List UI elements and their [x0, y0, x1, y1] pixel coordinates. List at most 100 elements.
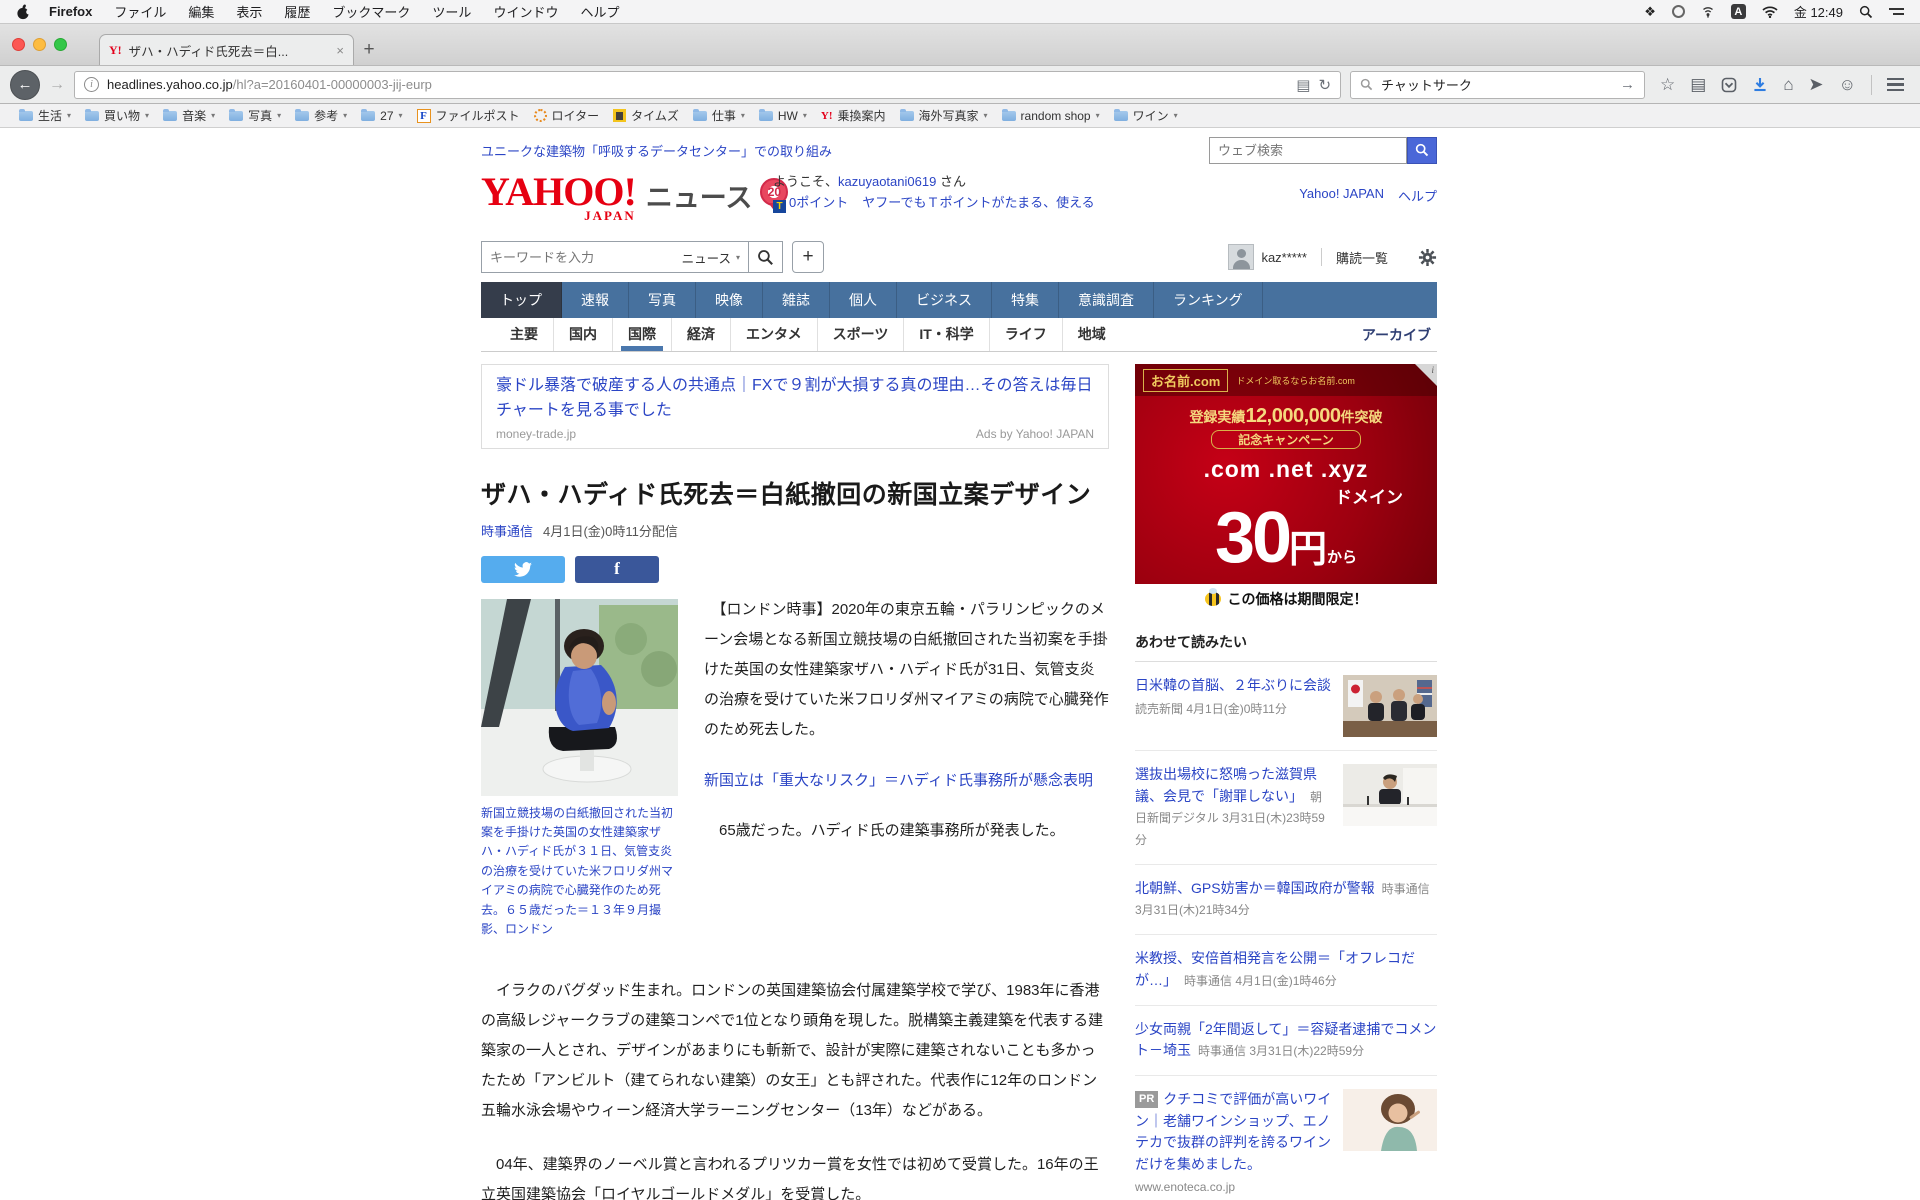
username-link[interactable]: kazuyaotani0619	[838, 174, 936, 189]
related-link[interactable]: 選抜出場校に怒鳴った滋賀県議、会見で「謝罪しない」	[1135, 766, 1317, 804]
bookmark-folder-music[interactable]: 音楽▾	[156, 107, 222, 124]
subnav-main[interactable]: 主要	[495, 318, 554, 351]
twitter-share-button[interactable]	[481, 556, 565, 583]
article-photo[interactable]	[481, 599, 678, 796]
bookmark-folder-life[interactable]: 生活▾	[12, 107, 78, 124]
subnav-sports[interactable]: スポーツ	[818, 318, 905, 351]
subnav-economy[interactable]: 経済	[672, 318, 731, 351]
bookmark-folder-work[interactable]: 仕事▾	[686, 107, 752, 124]
menubar-item-bookmarks[interactable]: ブックマーク	[321, 2, 421, 21]
news-search-input[interactable]	[482, 250, 674, 265]
bookmark-folder-hw[interactable]: HW▾	[752, 109, 814, 123]
url-bar[interactable]: i headlines.yahoo.co.jp/hl?a=20160401-00…	[74, 71, 1341, 99]
related-thumbnail[interactable]	[1343, 764, 1437, 826]
yahoo-japan-link[interactable]: Yahoo! JAPAN	[1299, 186, 1384, 205]
nav-tab-photo[interactable]: 写真	[629, 282, 696, 318]
airplay-icon[interactable]	[1701, 5, 1715, 18]
yahoo-news-logo[interactable]: YAHOO!JAPAN ニュース 20	[481, 174, 788, 224]
menubar-item-history[interactable]: 履歴	[273, 2, 321, 21]
bookmark-filepost[interactable]: Fファイルポスト	[410, 107, 527, 124]
bookmark-folder-photographers[interactable]: 海外写真家▾	[893, 107, 995, 124]
bookmark-transit[interactable]: Y!乗換案内	[814, 107, 893, 124]
help-link[interactable]: ヘルプ	[1398, 186, 1437, 205]
article-source-link[interactable]: 時事通信	[481, 524, 533, 539]
photo-caption[interactable]: 新国立競技場の白紙撤回された当初案を手掛けた英国の女性建築家ザハ・ハディド氏が３…	[481, 804, 678, 940]
bookmark-folder-reference[interactable]: 参考▾	[288, 107, 354, 124]
downloads-icon[interactable]	[1752, 77, 1768, 93]
subscriptions-link[interactable]: 購読一覧	[1336, 248, 1388, 267]
bookmark-folder-wine[interactable]: ワイン▾	[1107, 107, 1185, 124]
browser-search-bar[interactable]: チャットサーク →	[1350, 71, 1645, 99]
bookmark-folder-27[interactable]: 27▾	[354, 109, 409, 123]
back-button[interactable]: ←	[10, 70, 40, 100]
nav-tab-business[interactable]: ビジネス	[897, 282, 992, 318]
nav-tab-ranking[interactable]: ランキング	[1154, 282, 1263, 318]
menu-hamburger-icon[interactable]	[1887, 78, 1904, 92]
related-link[interactable]: 日米韓の首脳、２年ぶりに会談	[1135, 677, 1331, 693]
nav-tab-survey[interactable]: 意識調査	[1059, 282, 1154, 318]
tab-close-icon[interactable]: ×	[336, 43, 344, 58]
gear-icon[interactable]	[1418, 248, 1437, 267]
top-ad-link[interactable]: 豪ドル暴落で破産する人の共通点｜FXで９割が大損する真の理由…その答えは毎日チャ…	[496, 374, 1094, 424]
add-search-button[interactable]: +	[792, 241, 824, 273]
subnav-it-science[interactable]: IT・科学	[904, 318, 989, 351]
bookmark-reuters[interactable]: ロイター	[527, 107, 607, 124]
subnav-life[interactable]: ライフ	[990, 318, 1063, 351]
apple-icon[interactable]	[16, 4, 30, 20]
pr-link[interactable]: クチコミで評価が高いワイン｜老舗ワインショップ、エノテカで抜群の評判を誇るワイン…	[1135, 1091, 1331, 1172]
wifi-icon[interactable]	[1762, 6, 1778, 18]
nav-tab-magazine[interactable]: 雑誌	[763, 282, 830, 318]
menubar-item-edit[interactable]: 編集	[177, 2, 225, 21]
menubar-item-help[interactable]: ヘルプ	[569, 2, 630, 21]
menubar-clock[interactable]: 金 12:49	[1794, 2, 1843, 21]
reload-icon[interactable]: ↻	[1318, 76, 1331, 94]
nav-tab-personal[interactable]: 個人	[830, 282, 897, 318]
user-id[interactable]: kaz*****	[1261, 250, 1307, 265]
bookmark-star-icon[interactable]: ☆	[1660, 75, 1675, 95]
ads-by-label[interactable]: Ads by Yahoo! JAPAN	[976, 427, 1094, 441]
related-link[interactable]: 北朝鮮、GPS妨害か＝韓国政府が警報	[1135, 880, 1375, 896]
menubar-item-window[interactable]: ウインドウ	[482, 2, 569, 21]
creative-cloud-icon[interactable]	[1672, 5, 1685, 18]
subnav-international[interactable]: 国際	[613, 318, 672, 351]
home-icon[interactable]: ⌂	[1783, 75, 1793, 95]
reader-mode-icon[interactable]: ▤	[1296, 76, 1310, 94]
window-minimize-button[interactable]	[33, 38, 46, 51]
notification-center-icon[interactable]	[1889, 8, 1904, 15]
share-icon[interactable]	[1809, 77, 1824, 92]
menubar-item-view[interactable]: 表示	[225, 2, 273, 21]
menubar-item-tools[interactable]: ツール	[421, 2, 482, 21]
sidebar-ad-banner[interactable]: お名前.com ドメイン取るならお名前.com i 登録実績12,000,000…	[1135, 364, 1437, 614]
site-info-icon[interactable]: i	[84, 77, 99, 92]
menubar-item-file[interactable]: ファイル	[103, 2, 177, 21]
related-thumbnail[interactable]	[1343, 675, 1437, 737]
points-note-link[interactable]: ヤフーでもＴポイントがたまる、使える	[862, 195, 1094, 210]
feedback-smiley-icon[interactable]: ☺	[1839, 75, 1856, 95]
browser-tab[interactable]: Y! ザハ・ハディド氏死去＝白... ×	[99, 34, 354, 65]
nav-tab-feature[interactable]: 特集	[992, 282, 1059, 318]
reading-list-icon[interactable]: ▤	[1690, 75, 1706, 95]
bookmark-times[interactable]: タイムズ	[606, 107, 686, 124]
search-category-dropdown[interactable]: ニュース▾	[674, 248, 748, 267]
bookmark-folder-randomshop[interactable]: random shop▾	[995, 109, 1107, 123]
facebook-share-button[interactable]: f	[575, 556, 659, 583]
spotlight-search-icon[interactable]	[1859, 5, 1873, 19]
web-search-button[interactable]	[1407, 137, 1437, 164]
ad-info-icon[interactable]: i	[1415, 364, 1437, 386]
pr-thumbnail[interactable]	[1343, 1089, 1437, 1151]
points-link[interactable]: 0ポイント	[789, 195, 848, 210]
search-go-icon[interactable]: →	[1620, 76, 1635, 93]
nav-tab-flash[interactable]: 速報	[562, 282, 629, 318]
pocket-icon[interactable]	[1721, 77, 1737, 93]
archive-link[interactable]: アーカイブ	[1362, 325, 1431, 345]
dropbox-icon[interactable]: ❖	[1644, 4, 1656, 20]
input-source-icon[interactable]: A	[1731, 4, 1746, 19]
avatar[interactable]	[1228, 244, 1254, 270]
subnav-domestic[interactable]: 国内	[554, 318, 613, 351]
window-zoom-button[interactable]	[54, 38, 67, 51]
promo-link[interactable]: ユニークな建築物「呼吸するデータセンター」での取り組み	[481, 141, 832, 160]
web-search-input[interactable]	[1209, 137, 1407, 164]
new-tab-button[interactable]: +	[354, 35, 384, 65]
nav-tab-top[interactable]: トップ	[481, 282, 562, 318]
menubar-item-firefox[interactable]: Firefox	[38, 4, 103, 19]
